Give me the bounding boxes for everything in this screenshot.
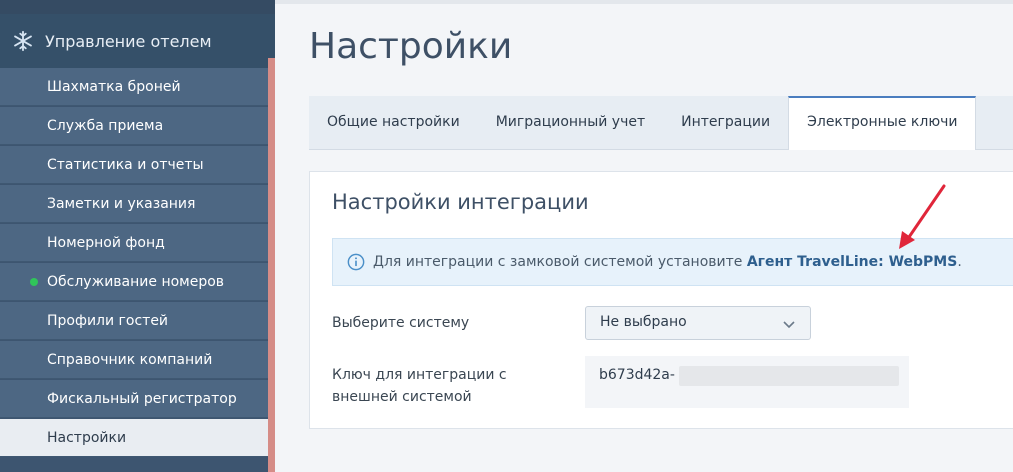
system-select-value: Не выбрано (600, 314, 687, 330)
integration-key-redacted (679, 366, 899, 386)
sidebar-menu: Шахматка броней Служба приема Статистика… (0, 68, 268, 458)
integration-key-label-line2: внешней системой (332, 389, 472, 405)
sidebar-item-label: Заметки и указания (47, 196, 196, 212)
sidebar-item-label: Шахматка броней (47, 79, 181, 95)
sidebar-item-label: Настройки (47, 430, 127, 446)
sidebar-item-label: Номерной фонд (47, 235, 165, 251)
sidebar-item-rooms[interactable]: Номерной фонд (0, 224, 268, 262)
sidebar-item-label: Статистика и отчеты (47, 157, 204, 173)
integration-key-field[interactable]: b673d42a- (585, 356, 909, 408)
snowflake-icon (14, 30, 32, 52)
system-select[interactable]: Не выбрано (585, 306, 811, 340)
integration-key-value: b673d42a- (599, 367, 675, 383)
settings-tabs: Общие настройки Миграционный учет Интегр… (309, 96, 1013, 150)
chevron-down-icon (783, 321, 795, 329)
integration-settings-panel: Настройки интеграции Для интеграции с за… (309, 171, 1013, 429)
integration-key-label-line1: Ключ для интеграции с (332, 367, 507, 383)
top-divider (275, 0, 1013, 4)
sidebar-item-notes[interactable]: Заметки и указания (0, 185, 268, 223)
tab-migration[interactable]: Миграционный учет (478, 96, 663, 149)
sidebar-top-strip (0, 0, 275, 14)
sidebar-item-statistics[interactable]: Статистика и отчеты (0, 146, 268, 184)
integration-key-label: Ключ для интеграции с внешней системой (332, 364, 507, 408)
info-prefix: Для интеграции с замковой системой устан… (373, 254, 743, 270)
main-content: Настройки Общие настройки Миграционный у… (275, 0, 1013, 472)
tab-electronic-keys[interactable]: Электронные ключи (788, 96, 977, 150)
sidebar-item-front-desk[interactable]: Служба приема (0, 107, 268, 145)
sidebar-item-label: Справочник компаний (47, 352, 213, 368)
sidebar-accent-strip (268, 58, 275, 472)
sidebar-item-guest-profiles[interactable]: Профили гостей (0, 302, 268, 340)
sidebar: Управление отелем Шахматка броней Служба… (0, 0, 275, 472)
sidebar-item-label: Профили гостей (47, 313, 169, 329)
sidebar-section-hotel-management[interactable]: Управление отелем (0, 14, 275, 68)
panel-title: Настройки интеграции (332, 190, 589, 214)
sidebar-item-label: Служба приема (47, 118, 164, 134)
sidebar-item-fiscal-registrar[interactable]: Фискальный регистратор (0, 380, 268, 418)
system-select-label: Выберите систему (332, 315, 470, 331)
tab-general-settings[interactable]: Общие настройки (309, 96, 478, 149)
sidebar-item-companies[interactable]: Справочник компаний (0, 341, 268, 379)
tab-integrations[interactable]: Интеграции (663, 96, 788, 149)
info-suffix: . (957, 254, 962, 270)
sidebar-item-label: Обслуживание номеров (47, 274, 225, 290)
sidebar-section-title: Управление отелем (45, 31, 212, 51)
sidebar-item-settings[interactable]: Настройки (0, 419, 268, 457)
info-text: Для интеграции с замковой системой устан… (373, 254, 962, 270)
webpms-agent-link[interactable]: Агент TravelLine: WebPMS (747, 254, 957, 270)
sidebar-item-bookings-grid[interactable]: Шахматка броней (0, 68, 268, 106)
info-icon (347, 253, 365, 271)
page-title: Настройки (309, 26, 513, 67)
sidebar-item-label: Фискальный регистратор (47, 391, 237, 407)
sidebar-bottom-strip (0, 459, 268, 472)
status-dot (30, 278, 38, 286)
info-alert: Для интеграции с замковой системой устан… (332, 238, 1013, 286)
sidebar-item-housekeeping[interactable]: Обслуживание номеров (0, 263, 268, 301)
